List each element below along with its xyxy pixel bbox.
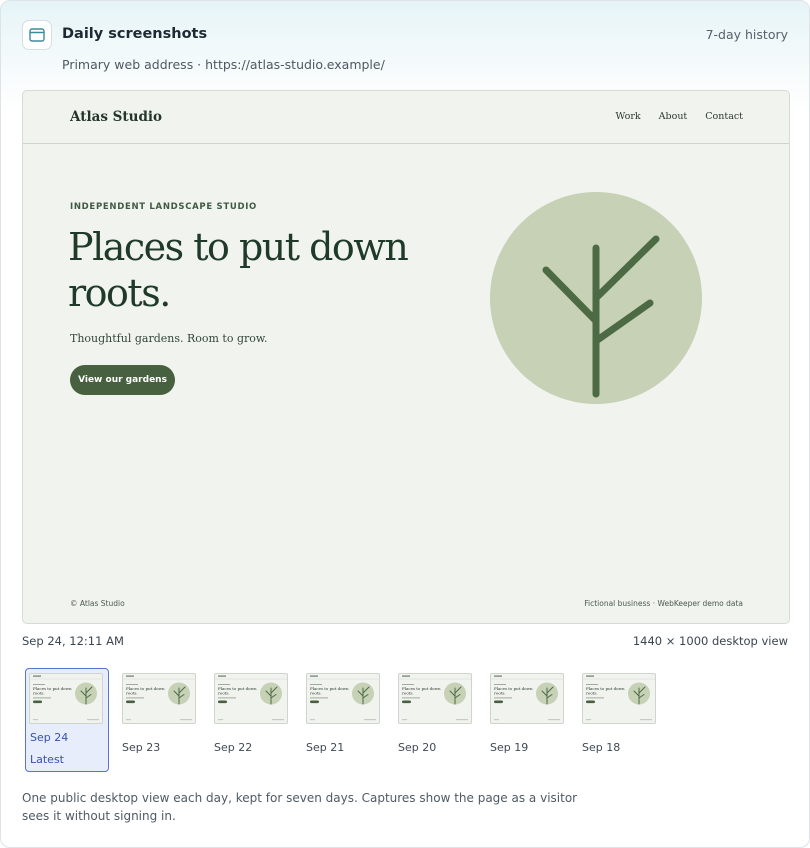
thumbnail-date: Sep 24 [30, 731, 69, 744]
retention-footnote: One public desktop view each day, kept f… [22, 791, 578, 823]
thumbnail-date: Sep 20 [398, 741, 437, 754]
site-nav-work: Work [615, 111, 641, 122]
site-footer-copyright: © Atlas Studio [70, 599, 125, 608]
thumbnail-preview [490, 673, 564, 724]
latest-badge: Latest [30, 753, 64, 766]
thumbnail-sep-21[interactable]: Sep 21 [302, 668, 386, 772]
site-headline: Places to put down roots. [68, 225, 409, 315]
thumbnail-sep-23[interactable]: Sep 23 [118, 668, 202, 772]
thumbnail-strip: Sep 24 Latest Sep 23 Sep 22 Sep 21 Sep 2… [22, 668, 722, 774]
site-logo: Atlas Studio [70, 109, 163, 125]
capture-viewport: 1440 × 1000 desktop view [632, 634, 788, 648]
thumbnail-sep-19[interactable]: Sep 19 [486, 668, 570, 772]
site-nav: Work About Contact [616, 111, 743, 122]
thumbnail-sep-22[interactable]: Sep 22 [210, 668, 294, 772]
thumbnail-preview [398, 673, 472, 724]
thumbnail-preview [214, 673, 288, 724]
capture-timestamp: Sep 24, 12:11 AM [22, 634, 124, 648]
thumbnail-preview [122, 673, 196, 724]
site-cta-button: View our gardens [70, 365, 175, 395]
thumbnail-date: Sep 23 [122, 741, 161, 754]
site-nav-contact: Contact [705, 111, 743, 122]
thumbnail-date: Sep 18 [582, 741, 621, 754]
history-label: 7-day history [705, 27, 788, 42]
site-header-divider [23, 143, 789, 144]
thumbnail-sep-24[interactable]: Sep 24 Latest [25, 668, 109, 772]
thumbnail-sep-20[interactable]: Sep 20 [394, 668, 478, 772]
site-eyebrow: INDEPENDENT LANDSCAPE STUDIO [70, 202, 257, 212]
thumbnail-date: Sep 19 [490, 741, 529, 754]
thumbnail-preview [582, 673, 656, 724]
browser-window-icon [22, 20, 52, 50]
site-tagline: Thoughtful gardens. Room to grow. [70, 332, 268, 345]
tree-illustration [490, 192, 702, 404]
screenshot-preview[interactable]: Atlas Studio Work About Contact INDEPEND… [22, 90, 790, 624]
thumbnail-date: Sep 22 [214, 741, 253, 754]
thumbnail-preview [29, 673, 103, 724]
web-address-subtitle: Primary web address · https://atlas-stud… [62, 57, 385, 72]
thumbnail-date: Sep 21 [306, 741, 345, 754]
page-title: Daily screenshots [62, 26, 208, 42]
site-nav-about: About [658, 111, 688, 122]
thumbnail-sep-18[interactable]: Sep 18 [578, 668, 662, 772]
daily-screenshots-card: Daily screenshots 7-day history Primary … [0, 0, 810, 848]
site-footer-note: Fictional business · WebKeeper demo data [584, 599, 743, 608]
thumbnail-preview [306, 673, 380, 724]
